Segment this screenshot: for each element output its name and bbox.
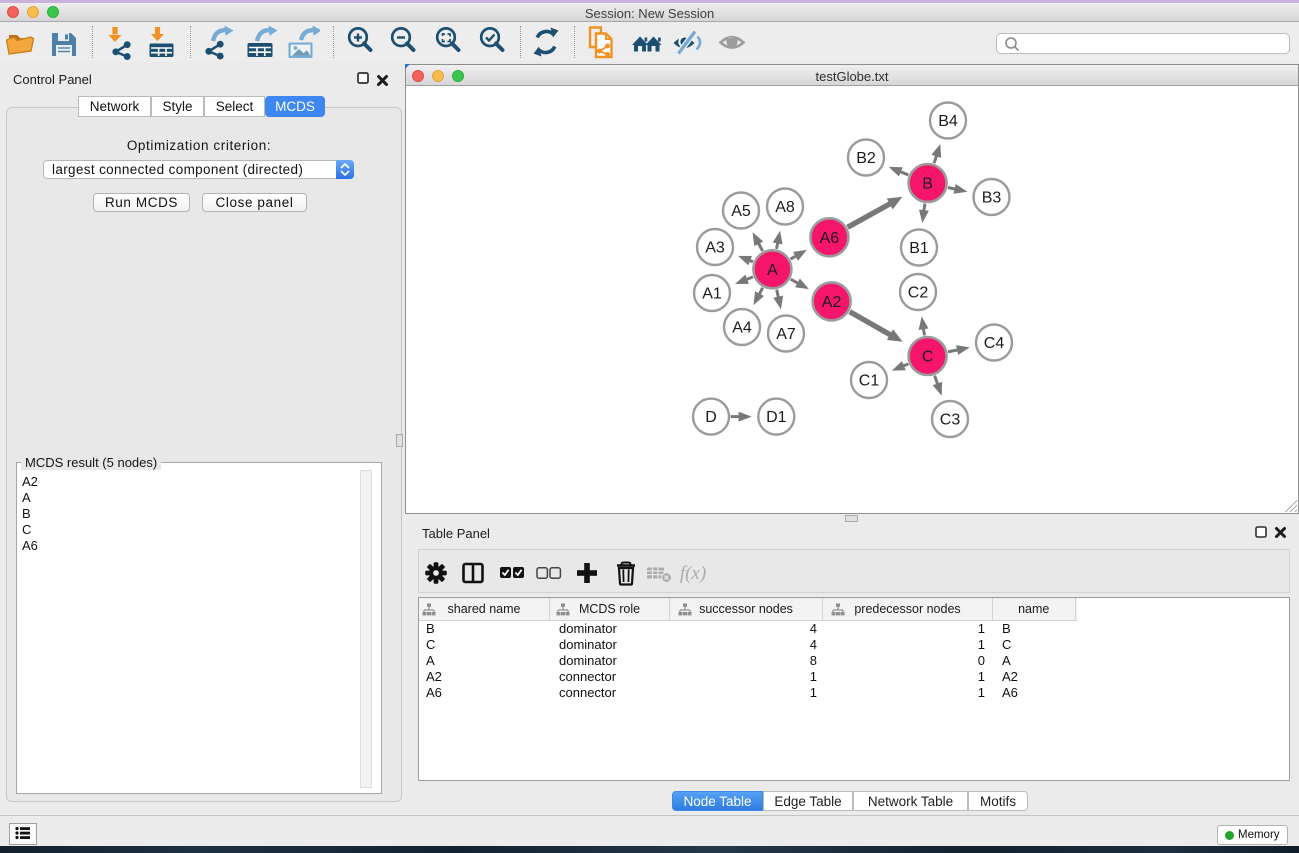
svg-text:f(x): f(x) — [680, 563, 706, 584]
svg-text:B3: B3 — [982, 190, 1002, 207]
svg-text:A2: A2 — [822, 294, 842, 311]
svg-text:D: D — [705, 409, 717, 426]
svg-text:C2: C2 — [908, 285, 929, 302]
svg-text:A4: A4 — [732, 320, 752, 337]
svg-text:B4: B4 — [938, 113, 958, 130]
svg-text:A3: A3 — [705, 240, 725, 257]
svg-text:A7: A7 — [776, 326, 796, 343]
svg-text:A: A — [767, 262, 778, 279]
svg-text:B: B — [922, 176, 933, 193]
svg-text:C4: C4 — [984, 335, 1005, 352]
svg-text:B2: B2 — [856, 150, 876, 167]
svg-text:C: C — [922, 349, 934, 366]
svg-text:A6: A6 — [820, 230, 840, 247]
svg-text:D1: D1 — [766, 409, 787, 426]
svg-text:A5: A5 — [731, 203, 751, 220]
svg-text:A8: A8 — [775, 199, 795, 216]
svg-text:B1: B1 — [909, 240, 929, 257]
svg-text:A1: A1 — [702, 286, 722, 303]
svg-text:C3: C3 — [940, 412, 961, 429]
svg-text:C1: C1 — [859, 373, 880, 390]
